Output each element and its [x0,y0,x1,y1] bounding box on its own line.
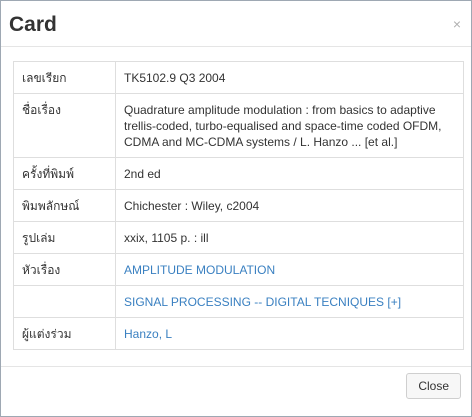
subject-link[interactable]: AMPLITUDE MODULATION [124,263,275,277]
table-row: พิมพลักษณ์ Chichester : Wiley, c2004 [13,189,464,222]
physical-value: xxix, 1105 p. : ill [115,221,464,254]
call-number-value: TK5102.9 Q3 2004 [115,61,464,94]
edition-value: 2nd ed [115,157,464,190]
table-row: เลขเรียก TK5102.9 Q3 2004 [13,61,464,94]
close-button[interactable]: Close [406,373,461,399]
edition-label: ครั้งที่พิมพ์ [13,157,116,190]
table-row: หัวเรื่อง AMPLITUDE MODULATION [13,253,464,286]
subject-label: หัวเรื่อง [13,253,116,286]
subject-link[interactable]: SIGNAL PROCESSING -- DIGITAL TECNIQUES [… [124,295,401,309]
publisher-value: Chichester : Wiley, c2004 [115,189,464,222]
contributor-link[interactable]: Hanzo, L [124,327,172,341]
table-row: ผู้แต่งร่วม Hanzo, L [13,317,464,350]
table-row: ครั้งที่พิมพ์ 2nd ed [13,157,464,190]
modal-body: เลขเรียก TK5102.9 Q3 2004 ชื่อเรื่อง Qua… [1,47,471,367]
table-row: รูปเล่ม xxix, 1105 p. : ill [13,221,464,254]
card-modal: Card × เลขเรียก TK5102.9 Q3 2004 ชื่อเรื… [0,0,472,417]
modal-header: Card × [1,1,471,47]
physical-label: รูปเล่ม [13,221,116,254]
modal-footer: Close [1,366,471,417]
publisher-label: พิมพลักษณ์ [13,189,116,222]
record-table: เลขเรียก TK5102.9 Q3 2004 ชื่อเรื่อง Qua… [13,61,464,350]
title-label: ชื่อเรื่อง [13,93,116,158]
contributor-label: ผู้แต่งร่วม [13,317,116,350]
close-icon[interactable]: × [453,17,461,31]
title-value: Quadrature amplitude modulation : from b… [115,93,464,158]
empty-label [13,285,116,318]
table-row: ชื่อเรื่อง Quadrature amplitude modulati… [13,93,464,158]
modal-title: Card [9,13,57,36]
call-number-label: เลขเรียก [13,61,116,94]
table-row: SIGNAL PROCESSING -- DIGITAL TECNIQUES [… [13,285,464,318]
